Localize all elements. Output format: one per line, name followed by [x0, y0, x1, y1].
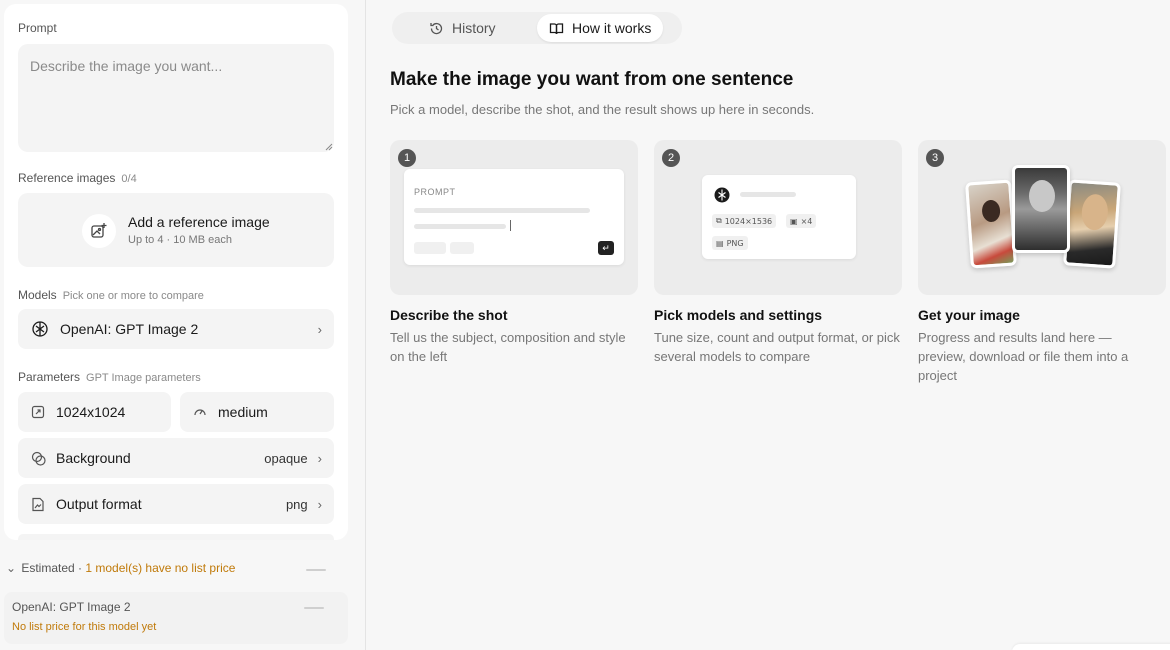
- model-price-name: OpenAI: GPT Image 2: [12, 600, 131, 614]
- size-value: 1024x1024: [56, 404, 126, 420]
- model-selector[interactable]: OpenAI: GPT Image 2 ›: [18, 309, 334, 349]
- book-icon: [549, 21, 564, 36]
- model-price-row: OpenAI: GPT Image 2 No list price for th…: [4, 592, 348, 644]
- sample-photo-left: [965, 179, 1017, 269]
- output-format-selector[interactable]: Output format png ›: [18, 484, 334, 524]
- file-image-icon: [30, 496, 46, 512]
- photo-figure: [1029, 180, 1055, 212]
- background-icon: [30, 450, 46, 466]
- background-selector[interactable]: Background opaque ›: [18, 438, 334, 478]
- step-1-illustration: 1 PROMPT ↵: [390, 140, 638, 295]
- openai-logo-icon: [714, 187, 730, 203]
- estimate-warning: 1 model(s) have no list price: [85, 561, 236, 575]
- gauge-icon: [192, 404, 208, 420]
- photo-figure: [1080, 193, 1110, 232]
- background-label: Background: [56, 450, 131, 466]
- chevron-right-icon: ›: [317, 321, 322, 337]
- size-selector[interactable]: 1024x1024: [18, 392, 171, 432]
- estimate-price-placeholder: [306, 569, 326, 571]
- step-2-description: Tune size, count and output format, or p…: [654, 330, 900, 364]
- reference-count: 0/4: [121, 173, 137, 185]
- sample-photo-center: [1012, 165, 1070, 253]
- reference-label-text: Reference images: [18, 171, 116, 185]
- models-label: Models Pick one or more to compare: [18, 288, 204, 302]
- resize-icon: [30, 404, 46, 420]
- step-2-number: 2: [662, 149, 680, 167]
- add-reference-subtitle: Up to 4 · 10 MB each: [128, 234, 232, 246]
- prompt-input[interactable]: [18, 44, 334, 152]
- resize-handle-icon[interactable]: [325, 143, 333, 151]
- mockup-size-chip: ⧉ 1024×1536: [712, 214, 777, 228]
- step-1-number: 1: [398, 149, 416, 167]
- quality-value: medium: [218, 404, 268, 420]
- reference-images-label: Reference images 0/4: [18, 171, 137, 185]
- selected-model-name: OpenAI: GPT Image 2: [60, 321, 199, 337]
- openai-logo-icon: [30, 319, 50, 339]
- mockup-prompt-label: PROMPT: [414, 187, 456, 197]
- tab-history-label: History: [452, 20, 496, 36]
- model-price-note: No list price for this model yet: [12, 621, 157, 633]
- view-tabs: History How it works: [392, 12, 682, 44]
- estimate-separator: ·: [74, 561, 86, 575]
- step-1-description: Tell us the subject, composition and sty…: [390, 330, 626, 364]
- settings-card: Prompt Reference images 0/4 Add a referen…: [4, 4, 348, 540]
- output-format-value: png: [285, 496, 308, 512]
- settings-mockup: ⧉ 1024×1536 ▣ ×4 ▤ PNG: [702, 175, 856, 259]
- history-icon: [429, 21, 444, 36]
- page-subtitle: Pick a model, describe the shot, and the…: [390, 102, 815, 117]
- models-hint: Pick one or more to compare: [62, 290, 204, 302]
- photo-figure: [981, 199, 1001, 223]
- mockup-format-chip: ▤ PNG: [712, 236, 748, 250]
- background-value: opaque: [264, 450, 308, 466]
- tab-how-it-works[interactable]: How it works: [537, 14, 664, 42]
- parameters-label-text: Parameters: [18, 370, 81, 384]
- model-price-placeholder: [304, 607, 324, 609]
- add-reference-title: Add a reference image: [128, 214, 270, 230]
- step-3-description: Progress and results land here — preview…: [918, 330, 1129, 383]
- sample-photo-right: [1063, 179, 1121, 269]
- mockup-text-line: [414, 208, 590, 213]
- prompt-label: Prompt: [18, 21, 57, 35]
- mockup-count-chip: ▣ ×4: [786, 214, 817, 228]
- estimate-label: Estimated: [21, 561, 75, 575]
- step-3-title: Get your image: [918, 307, 1020, 323]
- models-label-text: Models: [18, 288, 57, 302]
- mockup-text-line: [414, 224, 506, 229]
- parameters-label: Parameters GPT Image parameters: [18, 370, 201, 384]
- step-2-illustration: 2 ⧉ 1024×1536 ▣ ×4 ▤ PNG: [654, 140, 902, 295]
- tab-how-it-works-label: How it works: [572, 20, 652, 36]
- step-2-title: Pick models and settings: [654, 307, 823, 323]
- page-title: Make the image you want from one sentenc…: [390, 69, 794, 90]
- mockup-chip: [450, 242, 474, 254]
- add-reference-button[interactable]: Add a reference image Up to 4 · 10 MB ea…: [18, 193, 334, 267]
- next-row-peek: [18, 534, 334, 540]
- output-format-label: Output format: [56, 496, 142, 512]
- parameters-hint: GPT Image parameters: [86, 372, 201, 384]
- step-3-illustration: 3: [918, 140, 1166, 295]
- estimate-toggle[interactable]: ⌄ Estimated · 1 model(s) have no list pr…: [6, 561, 235, 575]
- mockup-chip: [414, 242, 446, 254]
- step-1-title: Describe the shot: [390, 307, 508, 323]
- mockup-model-line: [740, 192, 796, 197]
- add-image-icon: [82, 214, 116, 248]
- mockup-format-text: PNG: [726, 238, 744, 248]
- chevron-right-icon: ›: [317, 496, 322, 512]
- quality-selector[interactable]: medium: [180, 392, 334, 432]
- settings-sidebar: Prompt Reference images 0/4 Add a referen…: [0, 0, 366, 650]
- floating-panel-peek: [1012, 644, 1170, 650]
- prompt-mockup: PROMPT ↵: [404, 169, 624, 265]
- mockup-count-text: ×4: [800, 216, 813, 226]
- mockup-cursor: [510, 220, 511, 231]
- step-3-number: 3: [926, 149, 944, 167]
- tab-history[interactable]: History: [417, 14, 508, 42]
- chevron-right-icon: ›: [317, 450, 322, 466]
- enter-key-icon: ↵: [598, 241, 614, 255]
- mockup-size-text: 1024×1536: [724, 216, 773, 226]
- chevron-down-icon: ⌄: [6, 561, 17, 575]
